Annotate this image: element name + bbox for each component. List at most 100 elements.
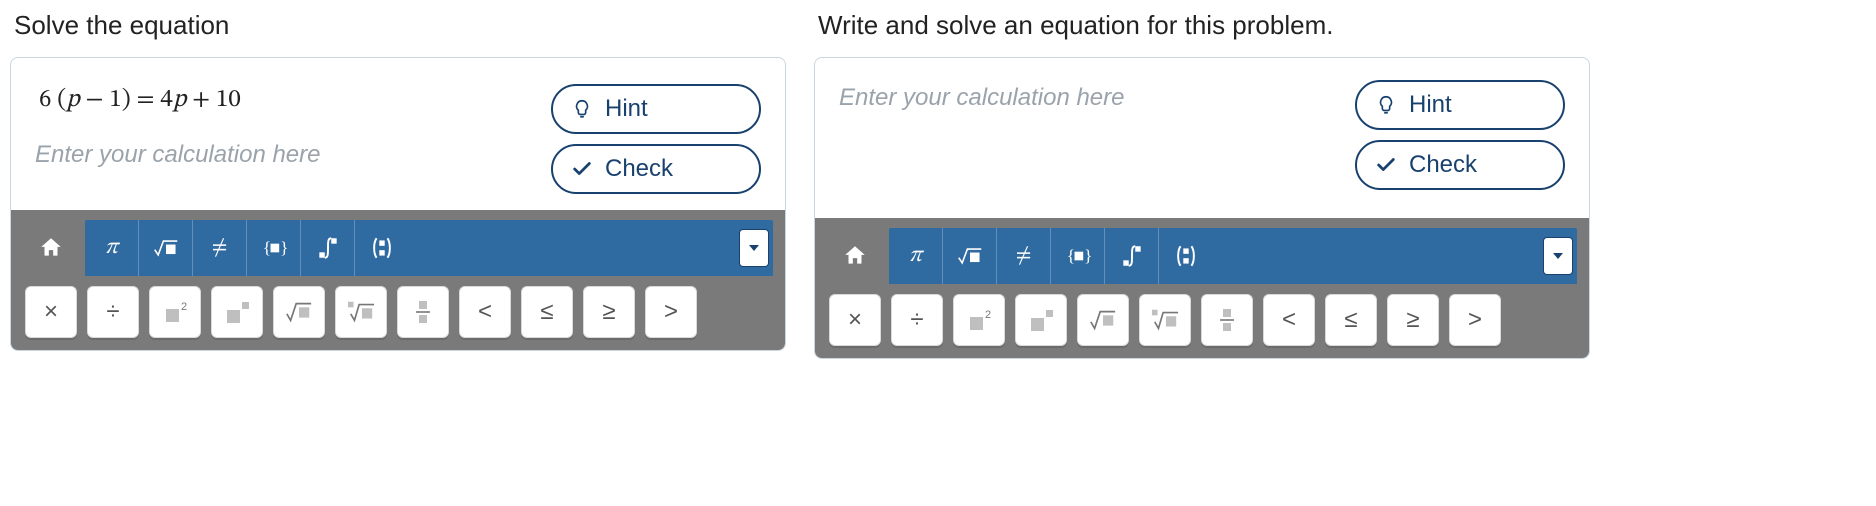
svg-text:2: 2 xyxy=(985,309,991,321)
neq-icon: ≠ xyxy=(212,234,228,262)
key-lt[interactable]: < xyxy=(459,286,511,338)
home-icon xyxy=(842,243,868,269)
tab-home[interactable] xyxy=(23,220,79,276)
action-buttons: Hint Check xyxy=(551,80,761,194)
prompt-text: Write and solve an equation for this pro… xyxy=(818,10,1590,41)
left-panel: Solve the equation 6 (p − 1) = 4p + 10 H… xyxy=(10,10,786,351)
card-body: Hint Check xyxy=(815,58,1589,218)
tab-bar: π ≠ {} xyxy=(85,220,773,276)
tab-sqrt[interactable] xyxy=(139,220,193,276)
neq-icon: ≠ xyxy=(1016,242,1032,270)
fraction-icon xyxy=(1213,306,1241,334)
prompt-text: Solve the equation xyxy=(14,10,786,41)
key-nroot[interactable] xyxy=(1139,294,1191,346)
key-fraction[interactable] xyxy=(1201,294,1253,346)
tab-pi[interactable]: π xyxy=(85,220,139,276)
key-row: × ÷ 2 xyxy=(23,286,773,338)
key-row: × ÷ 2 xyxy=(827,294,1577,346)
calculation-input[interactable] xyxy=(35,137,535,173)
math-toolbar: π ≠ {} xyxy=(11,210,785,350)
check-label: Check xyxy=(605,155,673,183)
tab-sqrt[interactable] xyxy=(943,228,997,284)
key-sqrt[interactable] xyxy=(273,286,325,338)
hint-button[interactable]: Hint xyxy=(551,84,761,134)
key-nroot[interactable] xyxy=(335,286,387,338)
input-area xyxy=(839,80,1339,190)
lightbulb-icon xyxy=(571,98,593,120)
binomial-icon xyxy=(369,235,395,261)
tab-integral[interactable] xyxy=(1105,228,1159,284)
integral-icon xyxy=(1119,243,1145,269)
key-ge[interactable]: ≥ xyxy=(1387,294,1439,346)
check-button[interactable]: Check xyxy=(1355,140,1565,190)
toolbar-dropdown[interactable] xyxy=(739,229,769,267)
card-body: 6 (p − 1) = 4p + 10 Hint Check xyxy=(11,58,785,210)
hint-label: Hint xyxy=(605,95,648,123)
tab-row: π ≠ {} xyxy=(23,220,773,276)
binomial-icon xyxy=(1173,243,1199,269)
svg-text:}: } xyxy=(280,238,287,257)
key-sqrt[interactable] xyxy=(1077,294,1129,346)
check-button[interactable]: Check xyxy=(551,144,761,194)
key-lt[interactable]: < xyxy=(1263,294,1315,346)
key-square[interactable]: 2 xyxy=(953,294,1005,346)
lightbulb-icon xyxy=(1375,94,1397,116)
pi-icon: π xyxy=(909,242,922,270)
svg-text:{: { xyxy=(1066,246,1074,265)
svg-text:}: } xyxy=(1084,246,1091,265)
key-le[interactable]: ≤ xyxy=(1325,294,1377,346)
key-ge[interactable]: ≥ xyxy=(583,286,635,338)
key-power[interactable] xyxy=(1015,294,1067,346)
check-label: Check xyxy=(1409,151,1477,179)
fraction-icon xyxy=(409,298,437,326)
home-icon xyxy=(38,235,64,261)
set-icon: {} xyxy=(261,235,287,261)
right-panel: Write and solve an equation for this pro… xyxy=(814,10,1590,359)
sqrt-key-icon xyxy=(285,298,313,326)
equation-display: 6 (p − 1) = 4p + 10 xyxy=(39,84,535,115)
sqrt-icon xyxy=(153,235,179,261)
key-multiply[interactable]: × xyxy=(829,294,881,346)
tab-integral[interactable] xyxy=(301,220,355,276)
square-icon: 2 xyxy=(965,306,993,334)
math-toolbar: π ≠ {} xyxy=(815,218,1589,358)
integral-icon xyxy=(315,235,341,261)
equation-card: 6 (p − 1) = 4p + 10 Hint Check xyxy=(10,57,786,351)
sqrt-icon xyxy=(957,243,983,269)
key-fraction[interactable] xyxy=(397,286,449,338)
action-buttons: Hint Check xyxy=(1355,80,1565,190)
key-multiply[interactable]: × xyxy=(25,286,77,338)
key-square[interactable]: 2 xyxy=(149,286,201,338)
check-icon xyxy=(1375,154,1397,176)
calculation-input[interactable] xyxy=(839,80,1339,116)
tab-row: π ≠ {} xyxy=(827,228,1577,284)
svg-text:2: 2 xyxy=(181,301,187,313)
key-power[interactable] xyxy=(211,286,263,338)
tab-combinatorics[interactable] xyxy=(355,220,409,276)
tab-neq[interactable]: ≠ xyxy=(193,220,247,276)
tab-neq[interactable]: ≠ xyxy=(997,228,1051,284)
sqrt-key-icon xyxy=(1089,306,1117,334)
tab-pi[interactable]: π xyxy=(889,228,943,284)
power-icon xyxy=(223,298,251,326)
nroot-icon xyxy=(1151,306,1179,334)
key-divide[interactable]: ÷ xyxy=(891,294,943,346)
set-icon: {} xyxy=(1065,243,1091,269)
key-gt[interactable]: > xyxy=(1449,294,1501,346)
tab-bar: π ≠ {} xyxy=(889,228,1577,284)
hint-button[interactable]: Hint xyxy=(1355,80,1565,130)
tab-set[interactable]: {} xyxy=(1051,228,1105,284)
tab-set[interactable]: {} xyxy=(247,220,301,276)
pi-icon: π xyxy=(105,234,118,262)
square-icon: 2 xyxy=(161,298,189,326)
tab-combinatorics[interactable] xyxy=(1159,228,1213,284)
caret-down-icon xyxy=(1552,250,1564,262)
equation-card: Hint Check π xyxy=(814,57,1590,359)
caret-down-icon xyxy=(748,242,760,254)
key-gt[interactable]: > xyxy=(645,286,697,338)
toolbar-dropdown[interactable] xyxy=(1543,237,1573,275)
key-divide[interactable]: ÷ xyxy=(87,286,139,338)
tab-home[interactable] xyxy=(827,228,883,284)
check-icon xyxy=(571,158,593,180)
key-le[interactable]: ≤ xyxy=(521,286,573,338)
